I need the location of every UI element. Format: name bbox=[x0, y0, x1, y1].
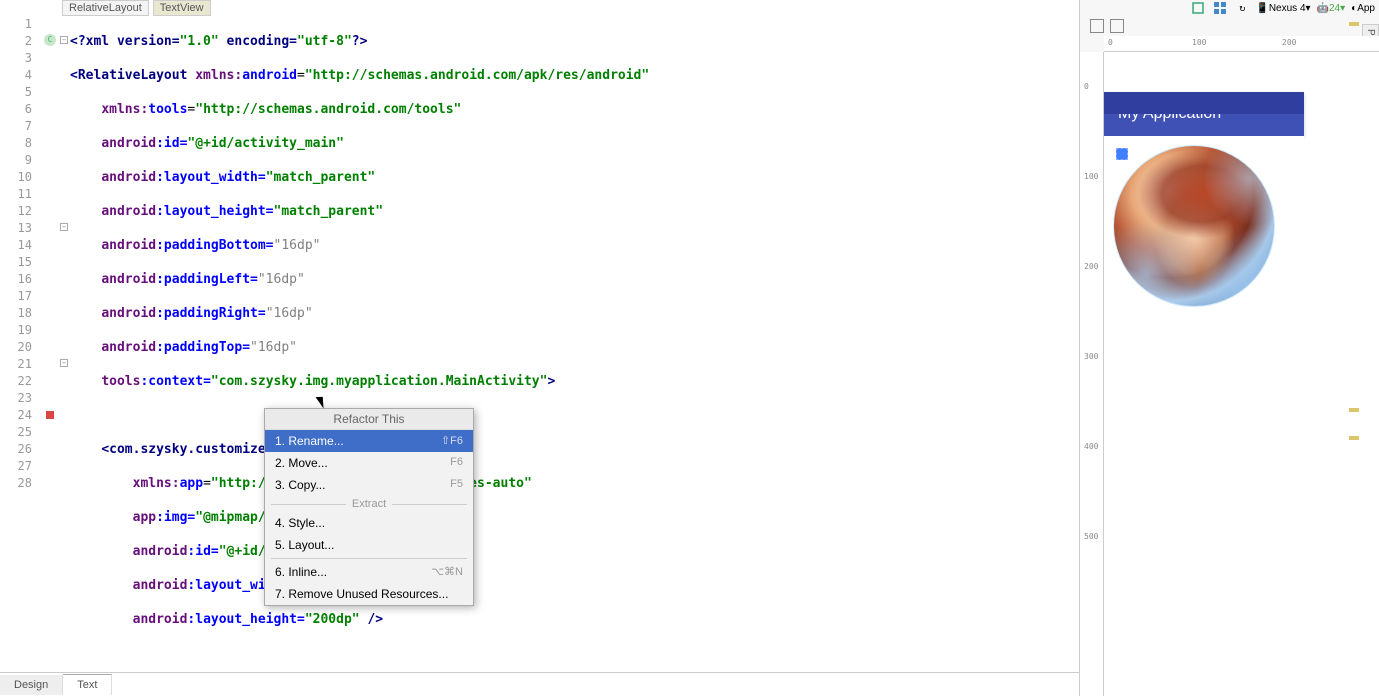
line-gutter: 1234 5678 9101112 13141516 17181920 2122… bbox=[0, 16, 42, 672]
class-marker-icon[interactable]: C bbox=[44, 34, 56, 46]
refactor-copy[interactable]: 3. Copy...F5 bbox=[265, 474, 473, 496]
error-stripe[interactable] bbox=[1349, 16, 1361, 656]
tab-design[interactable]: Design bbox=[0, 675, 63, 695]
fold-toggle-icon[interactable]: − bbox=[60, 359, 68, 367]
tab-text[interactable]: Text bbox=[63, 674, 112, 695]
breadcrumb-textview[interactable]: TextView bbox=[153, 0, 211, 16]
fold-toggle-icon[interactable]: − bbox=[60, 223, 68, 231]
code-body[interactable]: <?xml version="1.0" encoding="utf-8"?> <… bbox=[70, 16, 1079, 672]
zoom-actual-icon[interactable] bbox=[1110, 19, 1124, 33]
breadcrumb: RelativeLayout TextView bbox=[0, 0, 1079, 16]
device-frame: My Application bbox=[1104, 92, 1304, 696]
simageview-preview[interactable] bbox=[1114, 146, 1274, 306]
cursor-icon bbox=[319, 394, 331, 410]
code-editor[interactable]: 1234 5678 9101112 13141516 17181920 2122… bbox=[0, 16, 1079, 672]
view-mode-icon[interactable] bbox=[1190, 1, 1206, 15]
popup-divider: Extract bbox=[265, 496, 473, 512]
ruler-horizontal: 0 100 200 bbox=[1104, 36, 1379, 52]
theme-selector[interactable]: ◐App bbox=[1351, 1, 1375, 15]
fold-toggle-icon[interactable]: − bbox=[60, 36, 68, 44]
ruler-vertical: 0 100 200 300 400 500 bbox=[1080, 52, 1104, 696]
device-selector[interactable]: 📱Nexus 4▾ bbox=[1256, 1, 1310, 15]
refactor-popup: Refactor This 1. Rename...⇧F6 2. Move...… bbox=[264, 408, 474, 606]
breadcrumb-relativelayout[interactable]: RelativeLayout bbox=[62, 0, 149, 16]
api-selector[interactable]: 🤖24▾ bbox=[1317, 1, 1346, 15]
zoom-fit-icon[interactable] bbox=[1090, 19, 1104, 33]
preview-canvas[interactable]: My Application bbox=[1104, 52, 1379, 696]
app-content bbox=[1104, 136, 1304, 536]
refactor-rename[interactable]: 1. Rename...⇧F6 bbox=[265, 430, 473, 452]
marker-gutter: C bbox=[42, 16, 60, 672]
grid-icon[interactable] bbox=[1212, 1, 1228, 15]
app-bar: My Application bbox=[1104, 92, 1304, 136]
color-marker-icon[interactable] bbox=[46, 411, 54, 419]
refresh-icon[interactable]: ↻ bbox=[1234, 1, 1250, 15]
popup-title: Refactor This bbox=[265, 409, 473, 430]
refactor-extract-style[interactable]: 4. Style... bbox=[265, 512, 473, 534]
preview-toolbar: ↻ 📱Nexus 4▾ 🤖24▾ ◐App bbox=[1080, 0, 1379, 16]
refactor-extract-layout[interactable]: 5. Layout... bbox=[265, 534, 473, 556]
refactor-remove-unused[interactable]: 7. Remove Unused Resources... bbox=[265, 583, 473, 605]
refactor-inline[interactable]: 6. Inline...⌥⌘N bbox=[265, 561, 473, 583]
fold-gutter: − − − bbox=[60, 16, 70, 672]
refactor-move[interactable]: 2. Move...F6 bbox=[265, 452, 473, 474]
layout-preview: ↻ 📱Nexus 4▾ 🤖24▾ ◐App Palette 0 100 200 … bbox=[1079, 0, 1379, 696]
bottom-tabs: Design Text bbox=[0, 672, 1079, 696]
